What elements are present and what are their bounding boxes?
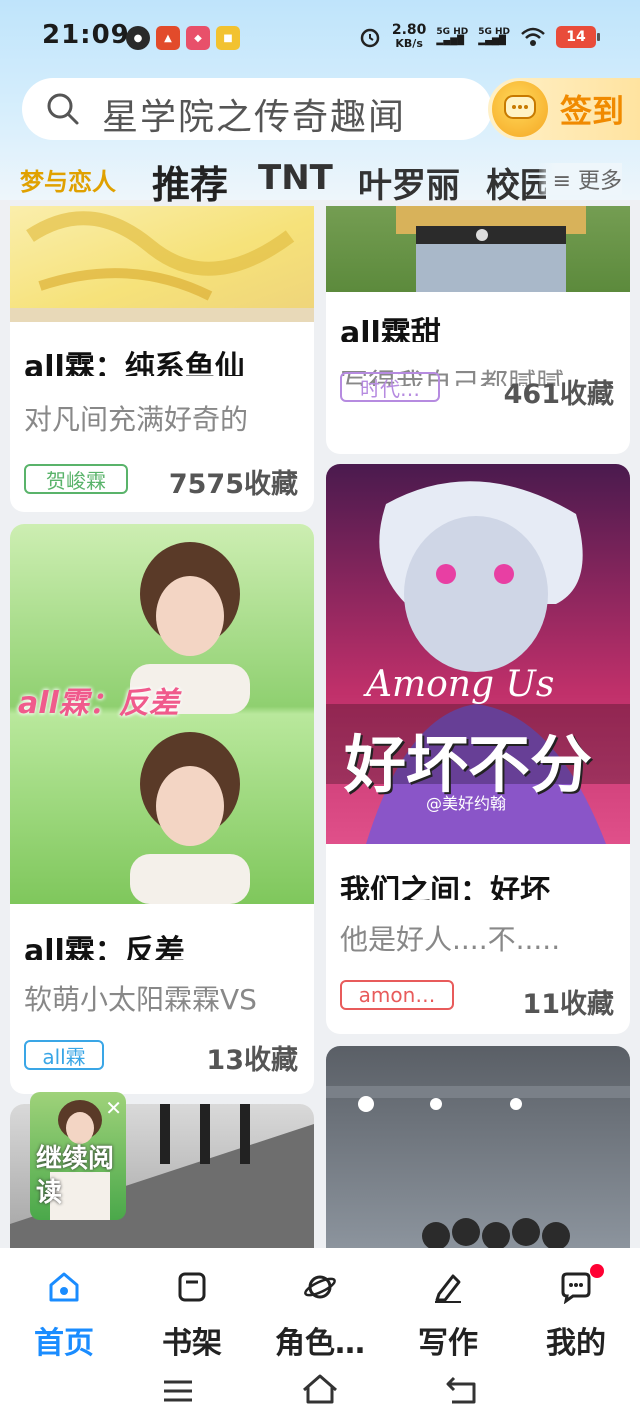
- sign-in-label: 签到: [560, 92, 625, 130]
- story-description: 对凡间充满好奇的: [24, 403, 249, 434]
- wechat-icon: ●: [126, 26, 150, 50]
- story-card[interactable]: all霖：纯系鱼仙 对凡间充满好奇的 贺峻霖 7575收藏: [10, 206, 314, 512]
- chat-bubble-icon: [492, 81, 548, 137]
- cover-caption: @美好约翰: [426, 794, 507, 813]
- bookshelf-icon: [178, 1272, 206, 1302]
- sign-in-button[interactable]: 签到: [488, 78, 640, 140]
- pen-icon: [435, 1274, 461, 1303]
- system-navigation-bar: [0, 1366, 640, 1427]
- nav-home[interactable]: 首页: [0, 1270, 128, 1362]
- back-icon[interactable]: [442, 1374, 482, 1406]
- close-icon[interactable]: ✕: [105, 1096, 122, 1120]
- tab-recommend[interactable]: 推荐: [152, 154, 228, 209]
- planet-icon: [304, 1275, 336, 1299]
- story-card[interactable]: all霖甜 写得我自己都腻腻 时代… 461收藏: [326, 206, 630, 454]
- app-notification-icon: ▲: [156, 26, 180, 50]
- home-icon: [49, 1272, 79, 1302]
- tab-yeluoli[interactable]: 叶罗丽: [358, 158, 460, 207]
- story-tag[interactable]: amon…: [340, 980, 454, 1010]
- nav-bookshelf[interactable]: 书架: [128, 1270, 256, 1362]
- story-card[interactable]: Among Us 好坏不分 @美好约翰 我们之间：好坏 他是好人....不...…: [326, 464, 630, 1034]
- nav-profile-label: 我的: [546, 1326, 606, 1361]
- signal-2: 5G HD ▂▄▆█: [478, 27, 510, 46]
- menu-icon[interactable]: [160, 1376, 196, 1406]
- story-tag[interactable]: all霖: [24, 1040, 104, 1070]
- nav-roles[interactable]: 角色…: [256, 1270, 384, 1362]
- story-title: all霖：纯系鱼仙: [24, 350, 245, 376]
- search-icon: [47, 93, 79, 125]
- more-categories-button[interactable]: ≡ 更多: [538, 163, 622, 195]
- story-cover-image: [326, 1046, 630, 1248]
- tab-campus[interactable]: 校园: [486, 158, 546, 207]
- continue-reading-label: 继续阅读: [36, 1144, 115, 1208]
- tab-dream-lover[interactable]: 梦与恋人: [20, 162, 116, 197]
- story-cover-image: all霖：反差: [10, 524, 314, 904]
- story-card[interactable]: [326, 1046, 630, 1248]
- favorite-count: 11收藏: [522, 989, 614, 1020]
- nav-write[interactable]: 写作: [384, 1270, 512, 1362]
- status-bar: 21:09 ● ▲ ◆ ■ 2.80 KB/s 5G HD ▂▄▆█ 5G HD ▂…: [0, 0, 640, 72]
- cover-caption: Among Us: [366, 664, 555, 705]
- favorite-count: 461收藏: [503, 379, 614, 410]
- favorite-count: 13收藏: [206, 1045, 298, 1076]
- nav-write-label: 写作: [418, 1326, 478, 1361]
- story-cover-image: Among Us 好坏不分 @美好约翰: [326, 464, 630, 844]
- message-icon: [561, 1272, 591, 1305]
- search-placeholder: 星学院之传奇趣闻: [102, 97, 407, 138]
- story-description: 他是好人....不.....: [340, 923, 561, 954]
- app-notification-icon: ◆: [186, 26, 210, 50]
- search-bar[interactable]: 星学院之传奇趣闻: [22, 78, 492, 140]
- signal-1: 5G HD ▂▄▆█: [436, 27, 469, 46]
- story-tag[interactable]: 贺峻霖: [24, 464, 128, 494]
- status-time: 21:09: [42, 20, 130, 50]
- continue-reading-float[interactable]: ✕ 继续阅读: [30, 1092, 126, 1220]
- story-title: 我们之间：好坏: [340, 874, 550, 900]
- tab-tnt[interactable]: TNT: [258, 158, 333, 198]
- home-button-icon[interactable]: [300, 1372, 340, 1406]
- story-title: all霖甜: [340, 316, 441, 342]
- story-cover-image: [10, 206, 314, 322]
- alarm-icon: [360, 28, 380, 48]
- app-notification-icon: ■: [216, 26, 240, 50]
- network-speed: 2.80 KB/s: [391, 22, 427, 50]
- battery-indicator: 14: [556, 26, 600, 48]
- story-tag[interactable]: 时代…: [340, 372, 440, 402]
- story-card[interactable]: all霖：反差 all霖：反差 软萌小太阳霖霖VS all霖 13收藏: [10, 524, 314, 1094]
- story-title: all霖：反差: [24, 934, 185, 960]
- nav-bookshelf-label: 书架: [162, 1326, 222, 1361]
- notification-icons: ● ▲ ◆ ■: [126, 26, 240, 50]
- notification-dot: [590, 1264, 604, 1278]
- nav-profile[interactable]: 我的: [512, 1270, 640, 1362]
- favorite-count: 7575收藏: [168, 469, 298, 500]
- story-description: 软萌小太阳霖霖VS: [24, 983, 257, 1014]
- cover-caption: all霖：反差: [18, 686, 179, 721]
- nav-home-label: 首页: [34, 1326, 94, 1361]
- bottom-navigation: 首页 书架 角色… 写作 我的: [0, 1248, 640, 1366]
- wifi-icon: [521, 27, 545, 46]
- nav-roles-label: 角色…: [275, 1326, 365, 1361]
- story-cover-image: [326, 206, 630, 292]
